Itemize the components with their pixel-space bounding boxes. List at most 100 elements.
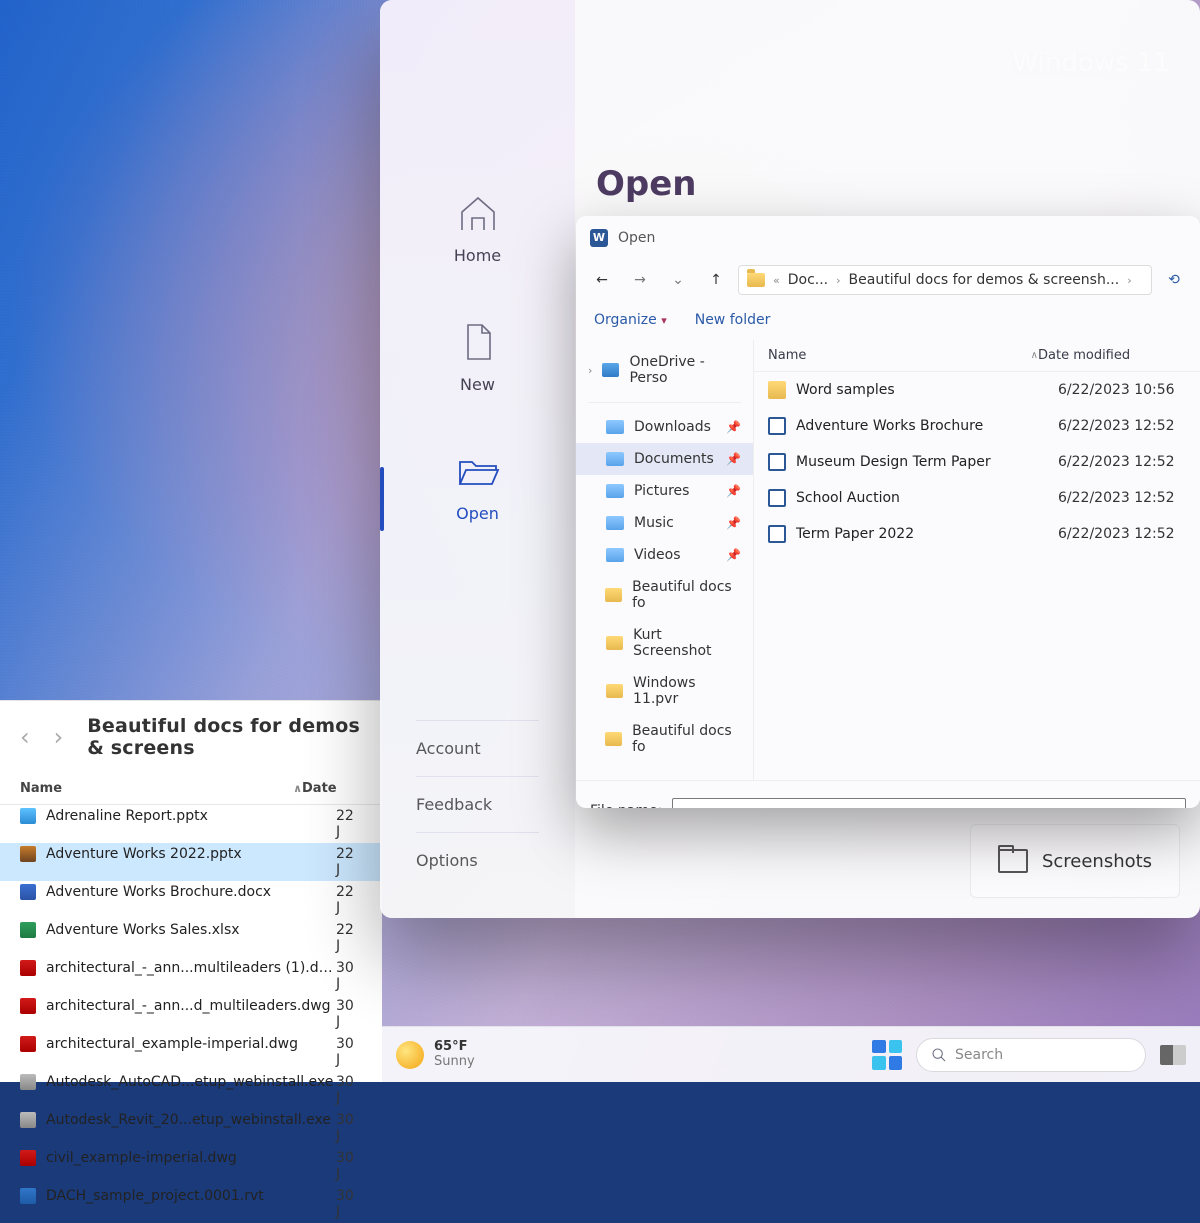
file-row[interactable]: Word samples6/22/2023 10:56 [754,372,1200,408]
backstage-item-label: Open [380,504,575,523]
taskbar-search[interactable]: Search [916,1038,1146,1072]
backstage-account[interactable]: Account [416,720,539,776]
file-row[interactable]: architectural_-_ann...d_multileaders.dwg… [0,995,382,1033]
column-header-date[interactable]: Date [302,781,337,796]
sort-asc-icon[interactable]: ∧ [293,782,302,795]
file-date-modified: 6/22/2023 12:52 [1058,454,1186,470]
file-name-label: File name: [590,803,662,809]
backstage-item-open[interactable]: Open [380,428,575,557]
pin-icon[interactable]: 📌 [726,484,741,498]
file-type-icon [768,381,786,399]
taskbar-weather-widget[interactable]: 65°F Sunny [396,1040,475,1069]
tree-item-label: Kurt Screenshot [633,627,741,659]
dialog-breadcrumb[interactable]: « Doc... › Beautiful docs for demos & sc… [738,265,1152,295]
tree-item[interactable]: Windows 11.pvr [576,667,753,715]
tree-item[interactable]: Beautiful docs fo [576,571,753,619]
breadcrumb-segment[interactable]: Beautiful docs for demos & screensh... [849,272,1120,288]
file-type-icon [20,1150,36,1166]
file-row[interactable]: Autodesk_AutoCAD...etup_webinstall.exe30… [0,1071,382,1109]
folder-icon [747,273,765,287]
tree-item[interactable]: Videos📌 [576,539,753,571]
tree-item[interactable]: Beautiful docs fo [576,715,753,763]
backstage-page-title: Open [596,164,697,204]
home-icon [454,192,502,234]
file-date: 22 J [336,846,362,878]
tree-item-label: Windows 11.pvr [633,675,741,707]
dialog-recent-dropdown[interactable]: ⌄ [662,266,694,294]
file-row[interactable]: architectural_-_ann...multileaders (1).d… [0,957,382,995]
new-folder-button[interactable]: New folder [695,312,771,328]
start-button[interactable] [872,1040,902,1070]
tree-item-label: Beautiful docs fo [632,579,741,611]
dialog-forward-button[interactable]: → [624,266,656,294]
file-row[interactable]: Adventure Works Sales.xlsx22 J [0,919,382,957]
file-type-icon [768,417,786,435]
file-date-modified: 6/22/2023 10:56 [1058,382,1186,398]
folder-icon [606,484,624,498]
file-row[interactable]: Adventure Works Brochure.docx22 J [0,881,382,919]
file-name: School Auction [796,490,1058,506]
new-document-icon [454,321,502,363]
organize-menu[interactable]: Organize ▾ [594,312,667,328]
nav-forward-button[interactable]: › [54,723,64,751]
file-name: Term Paper 2022 [796,526,1058,542]
file-name: Adventure Works 2022.pptx [46,846,336,878]
file-row[interactable]: Adventure Works Brochure6/22/2023 12:52 [754,408,1200,444]
tree-item-label: Music [634,515,674,531]
file-name: Word samples [796,382,1058,398]
file-row[interactable]: School Auction6/22/2023 12:52 [754,480,1200,516]
word-app-icon [590,229,608,247]
expand-chevron-icon[interactable]: › [588,364,592,377]
folder-icon [606,452,624,466]
tree-item[interactable]: Kurt Screenshot [576,619,753,667]
tree-item-label: OneDrive - Perso [629,354,741,386]
folder-icon [606,636,623,650]
column-header-name[interactable]: Name [20,781,62,796]
taskbar: 65°F Sunny Search [382,1026,1200,1082]
file-row[interactable]: Autodesk_Revit_20...etup_webinstall.exe3… [0,1109,382,1147]
file-name-input[interactable] [672,798,1186,809]
dialog-back-button[interactable]: ← [586,266,618,294]
pin-icon[interactable]: 📌 [726,452,741,466]
dialog-file-list: Name∧ Date modified Word samples6/22/202… [754,340,1200,780]
sort-asc-icon[interactable]: ∧ [1031,350,1038,361]
file-type-icon [768,525,786,543]
file-row[interactable]: Term Paper 20226/22/2023 12:52 [754,516,1200,552]
backstage-item-home[interactable]: Home [380,170,575,299]
pin-icon[interactable]: 📌 [726,420,741,434]
file-type-icon [20,960,36,976]
tree-item[interactable]: Music 📌 [576,507,753,539]
backstage-feedback[interactable]: Feedback [416,776,539,832]
file-row[interactable]: DACH_sample_project.0001.rvt30 J [0,1185,382,1223]
task-view-button[interactable] [1160,1045,1186,1065]
backstage-item-new[interactable]: New [380,299,575,428]
pin-icon[interactable]: 📌 [726,548,741,562]
file-row[interactable]: architectural_example-imperial.dwg30 J [0,1033,382,1071]
dialog-title: Open [618,230,655,246]
dialog-up-button[interactable]: ↑ [700,266,732,294]
column-header-name[interactable]: Name [768,348,806,363]
file-name: Adventure Works Sales.xlsx [46,922,336,954]
file-row[interactable]: Adrenaline Report.pptx22 J [0,805,382,843]
tree-item[interactable]: Pictures📌 [576,475,753,507]
file-row[interactable]: civil_example-imperial.dwg30 J [0,1147,382,1185]
file-type-icon [20,884,36,900]
tree-item-label: Documents [634,451,714,467]
file-row[interactable]: Museum Design Term Paper6/22/2023 12:52 [754,444,1200,480]
backstage-options[interactable]: Options [416,832,539,888]
chevron-down-icon: ▾ [661,314,667,327]
nav-back-button[interactable]: ‹ [20,723,30,751]
breadcrumb-segment[interactable]: Doc... [788,272,828,288]
backstage-sidebar: Home New Open Account Feedback Options [380,0,575,918]
tree-item[interactable]: Downloads📌 [576,411,753,443]
weather-temp: 65°F [434,1040,475,1054]
file-name: Adventure Works Brochure.docx [46,884,336,916]
column-header-date-modified[interactable]: Date modified [1038,348,1186,363]
pin-icon[interactable]: 📌 [726,516,741,530]
file-row[interactable]: Adventure Works 2022.pptx22 J [0,843,382,881]
tree-item[interactable]: › OneDrive - Perso [576,346,753,394]
attach-location-screenshots[interactable]: Screenshots [970,824,1180,898]
breadcrumb-path[interactable]: Beautiful docs for demos & screens [87,715,362,759]
refresh-button[interactable]: ⟲ [1158,266,1190,294]
tree-item[interactable]: Documents 📌 [576,443,753,475]
